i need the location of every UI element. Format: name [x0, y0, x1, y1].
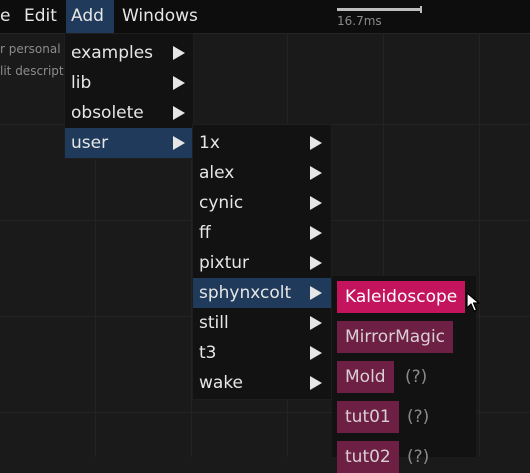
menu-item-examples[interactable]: examples [65, 38, 193, 68]
menu-item-sphynxcolt[interactable]: sphynxcolt [193, 278, 331, 308]
menu-item-lib[interactable]: lib [65, 68, 193, 98]
user-submenu: 1x alex cynic ff pixtur sphynxcolt still… [192, 124, 332, 400]
menu-item-ff[interactable]: ff [193, 218, 331, 248]
menu-item-label: lib [71, 73, 92, 93]
menu-edit[interactable]: Edit [19, 0, 62, 33]
menu-item-label: cynic [199, 193, 244, 213]
submenu-arrow-icon [310, 316, 322, 330]
submenu-arrow-icon [310, 166, 322, 180]
menu-item-1x[interactable]: 1x [193, 128, 331, 158]
help-icon[interactable]: (?) [407, 401, 429, 433]
submenu-arrow-icon [310, 226, 322, 240]
menu-item-label: t3 [199, 343, 217, 363]
menu-item-still[interactable]: still [193, 308, 331, 338]
menu-item-cynic[interactable]: cynic [193, 188, 331, 218]
submenu-arrow-icon [310, 346, 322, 360]
menu-item-label: alex [199, 163, 235, 183]
menu-item-label: 1x [199, 133, 220, 153]
operator-mold[interactable]: Mold [337, 361, 394, 393]
submenu-arrow-icon [173, 76, 185, 90]
background-text-line: lit descript [0, 64, 64, 78]
submenu-arrow-icon [310, 376, 322, 390]
menu-item-label: wake [199, 373, 244, 393]
menu-item-label: still [199, 313, 229, 333]
menu-item-alex[interactable]: alex [193, 158, 331, 188]
submenu-arrow-icon [310, 196, 322, 210]
menu-add[interactable]: Add [66, 0, 114, 33]
help-icon[interactable]: (?) [405, 361, 427, 393]
operator-tut02[interactable]: tut02 [337, 441, 399, 473]
menu-item-user[interactable]: user [65, 128, 193, 158]
frame-time-bar [337, 8, 421, 11]
menu-windows[interactable]: Windows [117, 0, 203, 33]
mouse-cursor-icon [466, 292, 480, 312]
frame-time-marker [420, 6, 422, 13]
help-icon[interactable]: (?) [407, 441, 429, 473]
add-menu: examples lib obsolete user [64, 33, 194, 159]
submenu-arrow-icon [310, 136, 322, 150]
menu-item-label: pixtur [199, 253, 250, 273]
submenu-arrow-icon [173, 46, 185, 60]
menu-file[interactable]: e [0, 0, 15, 33]
menu-item-t3[interactable]: t3 [193, 338, 331, 368]
submenu-arrow-icon [310, 256, 322, 270]
operator-kaleidoscope[interactable]: Kaleidoscope [337, 281, 466, 313]
menu-item-wake[interactable]: wake [193, 368, 331, 398]
frame-time-label: 16.7ms [337, 14, 382, 28]
submenu-arrow-icon [310, 286, 322, 300]
menu-item-label: obsolete [71, 103, 144, 123]
menu-item-pixtur[interactable]: pixtur [193, 248, 331, 278]
menu-item-label: user [71, 133, 109, 153]
menu-item-label: examples [71, 43, 154, 63]
operator-tut01[interactable]: tut01 [337, 401, 399, 433]
menu-item-label: ff [199, 223, 211, 243]
background-text-line: r personal [0, 42, 61, 56]
menu-item-label: sphynxcolt [199, 283, 292, 303]
submenu-arrow-icon [173, 106, 185, 120]
menu-item-obsolete[interactable]: obsolete [65, 98, 193, 128]
submenu-arrow-icon [173, 136, 185, 150]
operator-mirrormagic[interactable]: MirrorMagic [337, 321, 454, 353]
menu-bar: e Edit Add Windows 16.7ms [0, 0, 530, 34]
